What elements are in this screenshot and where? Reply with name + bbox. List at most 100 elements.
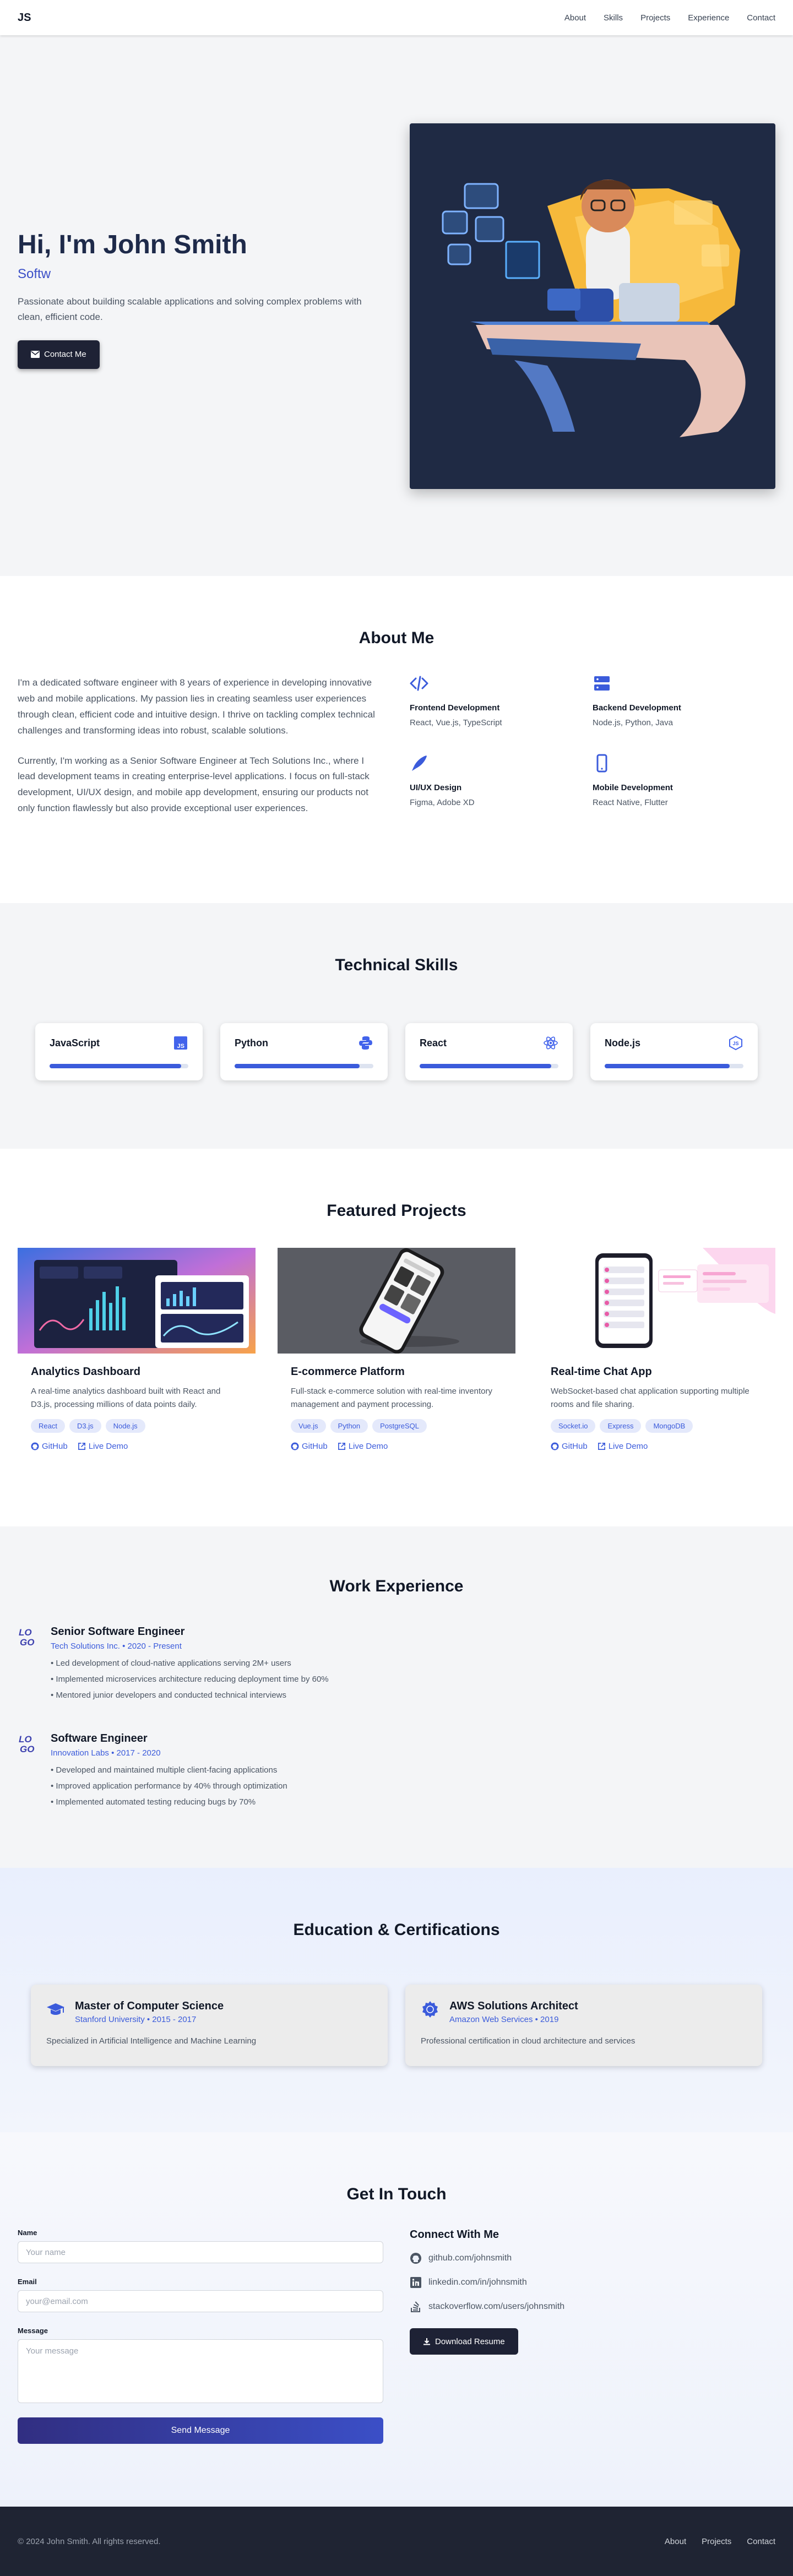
skill-cards: JavaScript JS Python React Node.js JS [35, 1023, 758, 1080]
job-point: Led development of cloud-native applicat… [51, 1659, 329, 1668]
about-area-title: Frontend Development [410, 703, 500, 713]
project-image-chat [537, 1248, 775, 1354]
skills-section: Technical Skills JavaScript JS Python Re… [0, 903, 793, 1149]
job-point: Mentored junior developers and conducted… [51, 1691, 329, 1700]
email-label: Email [18, 2278, 37, 2286]
svg-text:GO: GO [20, 1744, 34, 1754]
about-area-desc: Figma, Adobe XD [410, 798, 475, 807]
social-link-stackoverflow[interactable]: stackoverflow.com/users/johnsmith [410, 2301, 564, 2313]
contact-title: Get In Touch [346, 2185, 447, 2203]
about-area-desc: React, Vue.js, TypeScript [410, 718, 502, 727]
github-link[interactable]: GitHub [551, 1442, 588, 1451]
about-area-title: Mobile Development [593, 783, 673, 792]
message-field[interactable]: Your message [18, 2339, 383, 2403]
social-link-linkedin[interactable]: linkedin.com/in/johnsmith [410, 2276, 564, 2289]
javascript-icon: JS [174, 1036, 187, 1050]
project-image-ecommerce [278, 1248, 515, 1354]
name-field[interactable]: Your name [18, 2241, 383, 2263]
education-cards: Master of Computer Science Stanford Univ… [31, 1985, 762, 2066]
hero-text: Hi, I'm John Smith Softw Passionate abou… [18, 229, 370, 369]
skill-card: React [405, 1023, 573, 1080]
footer: © 2024 John Smith. All rights reserved. … [0, 2507, 793, 2576]
skill-bar [420, 1064, 558, 1068]
pen-icon [412, 756, 427, 771]
name-label: Name [18, 2229, 37, 2237]
footer-link-projects[interactable]: Projects [702, 2537, 731, 2546]
education-meta: Stanford University • 2015 - 2017 [75, 2015, 197, 2024]
about-paragraph: I'm a dedicated software engineer with 8… [18, 677, 375, 736]
live-demo-link[interactable]: Live Demo [598, 1442, 648, 1451]
hero-role: Softw [18, 266, 51, 281]
projects-section: Featured Projects Analytics Dashboard A … [0, 1149, 793, 1526]
email-field[interactable]: your@email.com [18, 2290, 383, 2312]
education-section: Education & Certifications Master of Com… [0, 1868, 793, 2132]
project-desc: A real-time analytics dashboard built wi… [31, 1387, 221, 1409]
send-message-button[interactable]: Send Message [18, 2417, 383, 2444]
download-resume-button[interactable]: Download Resume [410, 2328, 518, 2355]
about-area-desc: Node.js, Python, Java [593, 718, 673, 727]
about-title: About Me [359, 629, 434, 647]
svg-text:LO: LO [19, 1734, 32, 1744]
connect-panel: Connect With Me github.com/johnsmith lin… [410, 2229, 564, 2355]
job-point: Developed and maintained multiple client… [51, 1765, 287, 1775]
live-demo-link[interactable]: Live Demo [78, 1442, 128, 1451]
nav-link-projects[interactable]: Projects [640, 13, 670, 23]
skill-name: Node.js [605, 1037, 641, 1048]
github-icon [291, 1442, 299, 1450]
about-paragraph: Currently, I'm working as a Senior Softw… [18, 755, 370, 814]
skill-bar-fill [420, 1064, 552, 1068]
nav-link-contact[interactable]: Contact [747, 13, 775, 23]
github-link[interactable]: GitHub [291, 1442, 328, 1451]
stackoverflow-icon [411, 2301, 420, 2312]
project-tag: Socket.io [551, 1419, 596, 1433]
about-area-desc: React Native, Flutter [593, 798, 668, 807]
social-link-github[interactable]: github.com/johnsmith [410, 2252, 564, 2264]
about-area-title: UI/UX Design [410, 783, 462, 792]
nav-link-skills[interactable]: Skills [604, 13, 623, 23]
job-point: Implemented automated testing reducing b… [51, 1797, 287, 1807]
mobile-icon [596, 754, 607, 773]
hero-tagline: Passionate about building scalable appli… [18, 296, 362, 322]
about-area-uiux: UI/UX Design Figma, Adobe XD [410, 754, 593, 807]
logo[interactable]: JS [18, 12, 31, 24]
skill-bar-fill [235, 1064, 360, 1068]
about-text: I'm a dedicated software engineer with 8… [18, 675, 383, 817]
navbar: JS About Skills Projects Experience Cont… [0, 0, 793, 35]
footer-link-about[interactable]: About [665, 2537, 686, 2546]
contact-me-label: Contact Me [44, 350, 86, 360]
nodejs-icon: JS [729, 1035, 742, 1051]
project-title: Analytics Dashboard [31, 1366, 140, 1378]
live-demo-link[interactable]: Live Demo [338, 1442, 388, 1451]
project-tag: Python [330, 1419, 368, 1433]
footer-links: About Projects Contact [665, 2537, 775, 2546]
nav-link-about[interactable]: About [564, 13, 586, 23]
github-icon [410, 2253, 421, 2264]
hero-illustration [410, 123, 775, 489]
certificate-icon [422, 2001, 438, 2018]
footer-link-contact[interactable]: Contact [747, 2537, 775, 2546]
project-tag: MongoDB [645, 1419, 693, 1433]
github-icon [551, 1442, 559, 1450]
project-tag: D3.js [69, 1419, 101, 1433]
skill-name: JavaScript [50, 1037, 100, 1048]
nav-link-experience[interactable]: Experience [688, 13, 729, 23]
envelope-icon [31, 351, 40, 358]
github-link[interactable]: GitHub [31, 1442, 68, 1451]
about-section: About Me I'm a dedicated software engine… [0, 576, 793, 903]
job-entry: LO GO Software Engineer Innovation Labs •… [18, 1732, 287, 1813]
about-area-mobile: Mobile Development React Native, Flutter [593, 754, 775, 807]
education-desc: Professional certification in cloud arch… [421, 2036, 636, 2046]
hero-section: Hi, I'm John Smith Softw Passionate abou… [0, 35, 793, 576]
experience-title: Work Experience [329, 1577, 464, 1595]
about-area-frontend: Frontend Development React, Vue.js, Type… [410, 674, 593, 727]
project-title: Real-time Chat App [551, 1366, 652, 1378]
svg-text:GO: GO [20, 1637, 34, 1648]
about-area-backend: Backend Development Node.js, Python, Jav… [593, 674, 775, 727]
skills-title: Technical Skills [335, 956, 458, 974]
linkedin-icon [410, 2277, 421, 2288]
job-point: Improved application performance by 40% … [51, 1781, 287, 1791]
contact-me-button[interactable]: Contact Me [18, 340, 100, 369]
job-meta: Innovation Labs • 2017 - 2020 [51, 1748, 161, 1758]
svg-text:JS: JS [177, 1043, 184, 1050]
about-area-title: Backend Development [593, 703, 681, 713]
